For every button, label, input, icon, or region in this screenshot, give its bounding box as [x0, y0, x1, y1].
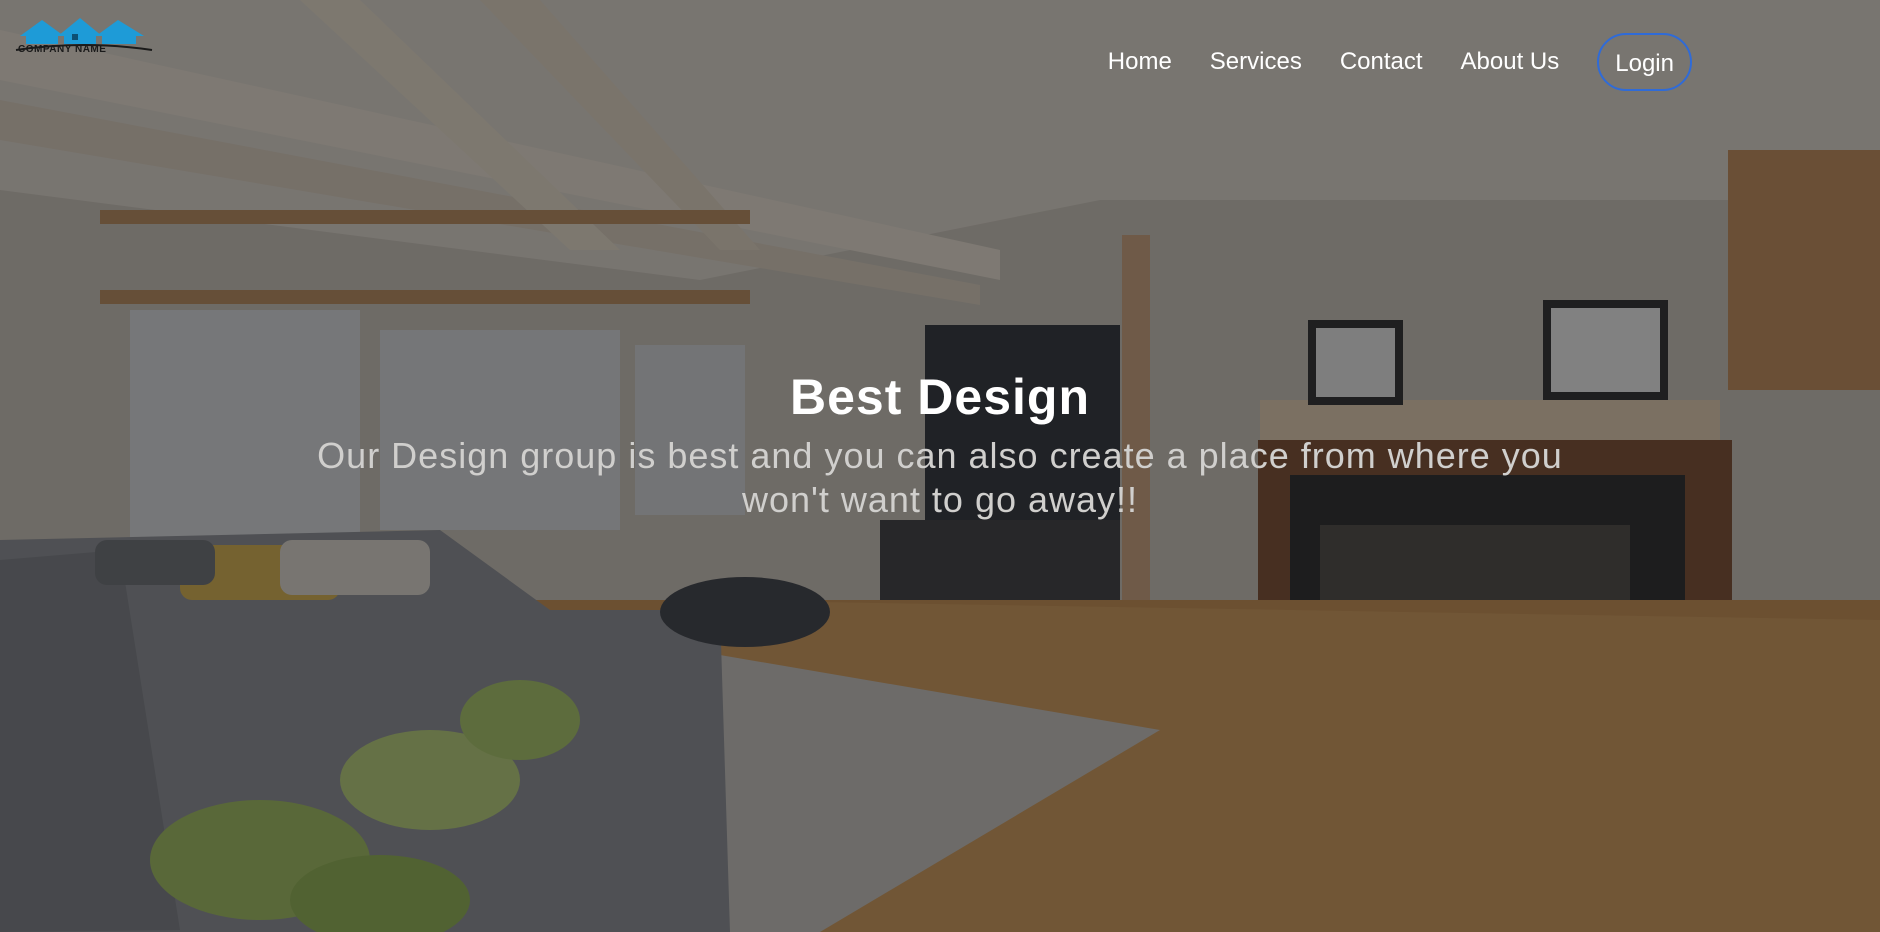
main-navigation: Home Services Contact About Us Login [1070, 32, 1692, 92]
login-button[interactable]: Login [1597, 33, 1692, 91]
nav-contact-link[interactable]: Contact [1340, 32, 1423, 92]
nav-services-link[interactable]: Services [1210, 32, 1302, 92]
hero-section: COMPANY NAME Home Services Contact About… [0, 0, 1880, 932]
nav-home-link[interactable]: Home [1108, 32, 1172, 92]
hero-content: Best Design Our Design group is best and… [0, 368, 1880, 522]
hero-title: Best Design [790, 369, 1090, 425]
hero-subtitle: Our Design group is best and you can als… [317, 435, 1563, 520]
nav-about-link[interactable]: About Us [1461, 32, 1560, 92]
company-name-label: COMPANY NAME [18, 44, 107, 55]
